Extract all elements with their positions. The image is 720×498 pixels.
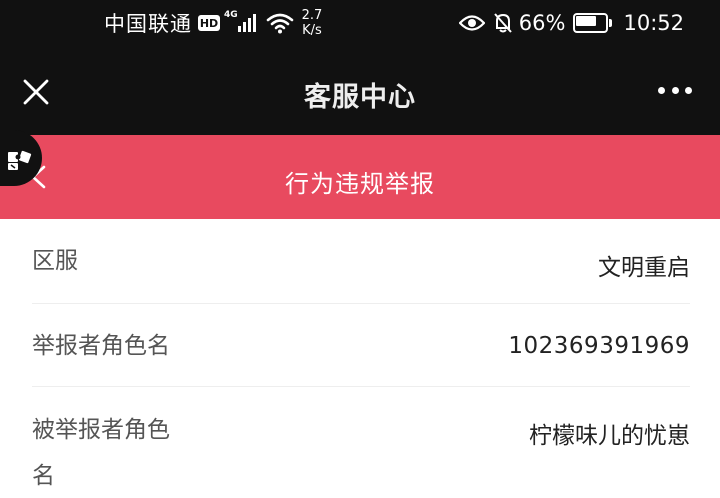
signal-icon (237, 14, 258, 32)
clock: 10:52 (623, 11, 684, 35)
status-bar-right: 66% 10:52 (458, 6, 684, 40)
speed-unit: K/s (302, 23, 322, 38)
eye-icon (458, 15, 485, 31)
reported-role-label-line2: 名 (32, 463, 55, 489)
reported-role-value: 柠檬味儿的忧崽 (529, 423, 690, 449)
status-bar-left: 中国联通 HD 4G 2.7 K/s (104, 6, 322, 40)
puzzle-icon (8, 150, 32, 170)
carrier-name: 中国联通 (104, 12, 192, 36)
network-type: 4G (224, 10, 238, 20)
bell-off-icon (494, 13, 512, 33)
more-icon[interactable] (658, 87, 692, 97)
app-header: 客服中心 (0, 45, 720, 135)
hd-badge: HD (198, 15, 220, 31)
page-title: 客服中心 (304, 82, 416, 113)
report-form: 区服 文明重启 举报者角色名 102369391969 被举报者角色 名 柠檬味… (0, 219, 720, 498)
network-speed: 2.7 K/s (302, 8, 323, 38)
reporter-role-value: 102369391969 (508, 333, 690, 359)
page-header-bar: 行为违规举报 (0, 135, 720, 219)
server-value: 文明重启 (598, 255, 690, 281)
battery-icon (573, 13, 613, 33)
reported-role-label-line1: 被举报者角色 (32, 417, 170, 443)
battery-level-fill (576, 16, 596, 26)
battery-percentage: 66% (518, 11, 566, 35)
form-row-reported: 被举报者角色 名 柠檬味儿的忧崽 (32, 387, 690, 498)
wifi-icon (266, 13, 293, 34)
status-bar: 中国联通 HD 4G 2.7 K/s 66% 10:52 (0, 0, 720, 45)
reported-role-label: 被举报者角色 名 (32, 407, 170, 498)
form-row-reporter: 举报者角色名 102369391969 (32, 304, 690, 387)
server-label: 区服 (32, 248, 78, 274)
report-title: 行为违规举报 (285, 170, 435, 198)
form-row-server: 区服 文明重启 (32, 237, 690, 304)
reporter-role-label: 举报者角色名 (32, 333, 170, 359)
speed-value: 2.7 (301, 8, 323, 23)
